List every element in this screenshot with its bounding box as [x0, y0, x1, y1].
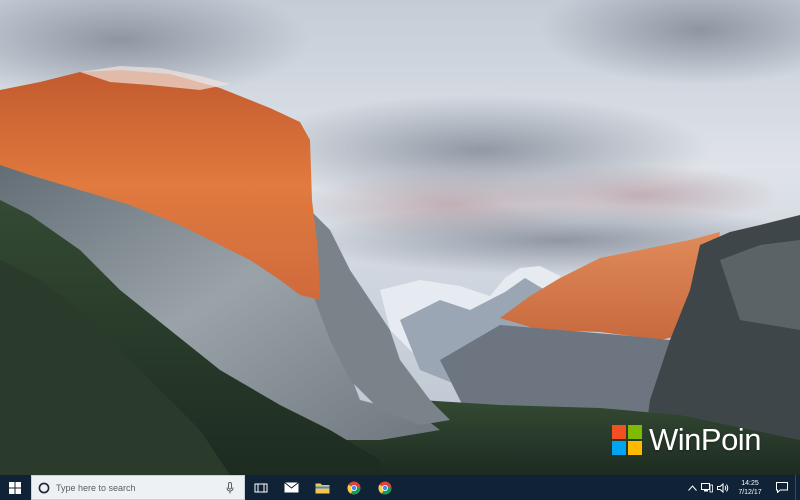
search-box[interactable] — [31, 475, 245, 500]
mail-icon — [284, 482, 299, 493]
task-view-icon — [254, 483, 267, 492]
windows-logo-icon — [612, 425, 642, 455]
desktop: WinPoin — [0, 0, 800, 475]
file-explorer-button[interactable] — [307, 475, 338, 500]
chrome-icon — [347, 481, 360, 494]
file-explorer-icon — [315, 483, 330, 493]
chevron-up-icon — [688, 484, 697, 491]
show-hidden-icons-button[interactable] — [686, 475, 699, 500]
volume-icon — [717, 482, 729, 493]
chrome-button-1[interactable] — [338, 475, 369, 500]
mail-button[interactable] — [276, 475, 307, 500]
clock-time: 14:25 — [741, 479, 759, 487]
start-button[interactable] — [0, 475, 30, 500]
microphone-icon[interactable] — [223, 481, 237, 495]
action-center-icon — [776, 482, 788, 493]
volume-button[interactable] — [715, 475, 731, 500]
network-button[interactable] — [699, 475, 715, 500]
action-center-button[interactable] — [769, 475, 795, 500]
windows-logo-icon — [9, 481, 21, 494]
system-tray: 14:25 7/12/17 — [686, 475, 800, 500]
chrome-icon — [378, 481, 391, 494]
chrome-button-2[interactable] — [369, 475, 400, 500]
cortana-circle-icon[interactable] — [38, 482, 50, 494]
show-desktop-button[interactable] — [795, 475, 800, 500]
task-view-button[interactable] — [245, 475, 276, 500]
search-input[interactable] — [56, 477, 223, 498]
watermark-text: WinPoin — [649, 422, 761, 457]
network-icon — [701, 482, 713, 492]
wallpaper-image — [0, 0, 800, 475]
clock-button[interactable]: 14:25 7/12/17 — [731, 475, 769, 500]
clock-date: 7/12/17 — [738, 488, 762, 496]
winpoin-watermark: WinPoin — [612, 423, 761, 457]
taskbar: 14:25 7/12/17 — [0, 475, 800, 500]
